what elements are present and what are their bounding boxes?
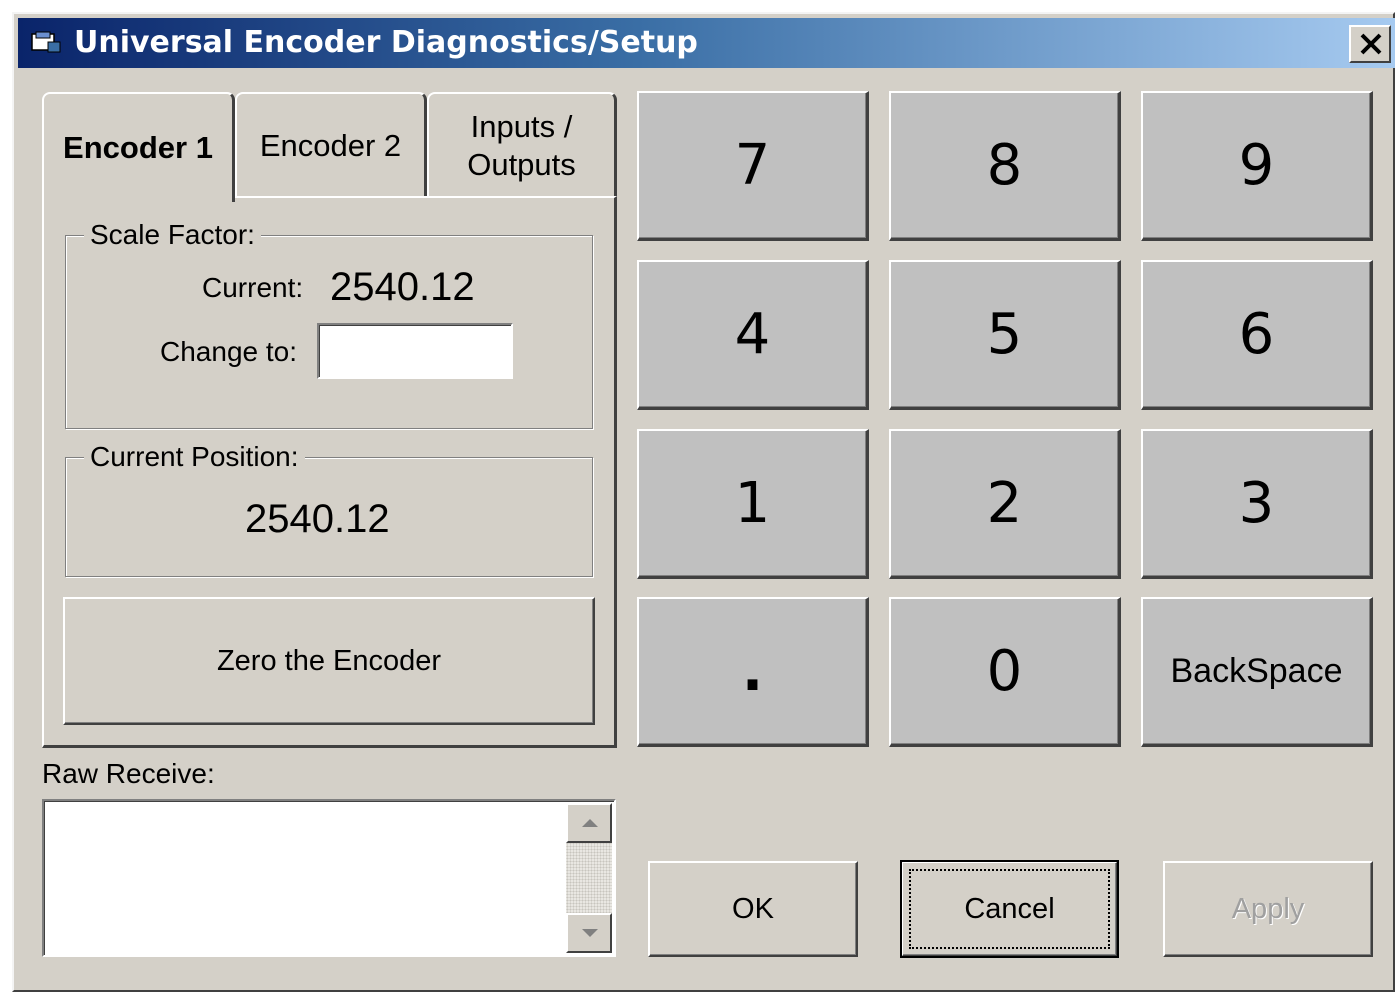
key-decimal[interactable]: . (637, 597, 869, 747)
tab-inputs-outputs[interactable]: Inputs / Outputs (427, 92, 617, 198)
key-label: 8 (986, 133, 1023, 198)
raw-receive-scrollbar[interactable] (566, 803, 612, 953)
key-label: 4 (734, 302, 771, 367)
tab-label: Encoder 1 (63, 130, 213, 165)
key-5[interactable]: 5 (889, 260, 1121, 410)
close-button[interactable] (1349, 25, 1391, 63)
ok-label: OK (732, 892, 774, 925)
key-backspace[interactable]: BackSpace (1141, 597, 1373, 747)
key-6[interactable]: 6 (1141, 260, 1373, 410)
tab-label: Encoder 2 (259, 128, 402, 163)
scroll-up-button[interactable] (566, 803, 612, 843)
key-label: 3 (1238, 471, 1275, 536)
current-label: Current: (202, 272, 304, 303)
key-1[interactable]: 1 (637, 429, 869, 579)
key-0[interactable]: 0 (889, 597, 1121, 747)
close-icon (1360, 33, 1382, 55)
key-label: 5 (986, 302, 1023, 367)
window-title: Universal Encoder Diagnostics/Setup (74, 25, 698, 60)
raw-receive-label: Raw Receive: (42, 758, 215, 789)
scroll-down-button[interactable] (566, 913, 612, 953)
cancel-button[interactable]: Cancel (900, 860, 1119, 958)
key-4[interactable]: 4 (637, 260, 869, 410)
key-label: 2 (986, 471, 1023, 536)
key-label: 9 (1238, 133, 1275, 198)
tab-encoder-2[interactable]: Encoder 2 (235, 92, 427, 198)
focus-frame (909, 869, 1110, 949)
key-9[interactable]: 9 (1141, 91, 1373, 241)
app-icon (31, 31, 61, 53)
key-7[interactable]: 7 (637, 91, 869, 241)
tab-label: Inputs / Outputs (467, 109, 576, 182)
title-bar[interactable]: Universal Encoder Diagnostics/Setup (18, 18, 1395, 68)
tab-encoder-1[interactable]: Encoder 1 (42, 92, 235, 202)
key-2[interactable]: 2 (889, 429, 1121, 579)
change-to-label: Change to: (160, 336, 297, 367)
key-8[interactable]: 8 (889, 91, 1121, 241)
ok-button[interactable]: OK (648, 861, 858, 957)
arrow-down-icon (582, 929, 598, 937)
apply-label: Apply (1231, 892, 1305, 925)
key-3[interactable]: 3 (1141, 429, 1373, 579)
raw-receive-textarea[interactable] (42, 799, 616, 957)
zero-encoder-button[interactable]: Zero the Encoder (63, 597, 595, 725)
scale-factor-title: Scale Factor: (84, 219, 261, 251)
key-label: 1 (734, 471, 771, 536)
current-scale-value: 2540.12 (330, 265, 475, 309)
apply-button[interactable]: Apply (1163, 861, 1373, 957)
zero-encoder-label: Zero the Encoder (216, 644, 442, 677)
arrow-up-icon (582, 819, 598, 827)
key-label: 6 (1238, 302, 1275, 367)
key-label: BackSpace (1170, 652, 1343, 690)
key-label: 0 (986, 639, 1023, 704)
change-to-input[interactable] (317, 323, 513, 379)
current-position-title: Current Position: (84, 441, 305, 473)
current-position-value: 2540.12 (245, 497, 390, 541)
key-label: 7 (734, 133, 771, 198)
key-label: . (741, 639, 764, 704)
